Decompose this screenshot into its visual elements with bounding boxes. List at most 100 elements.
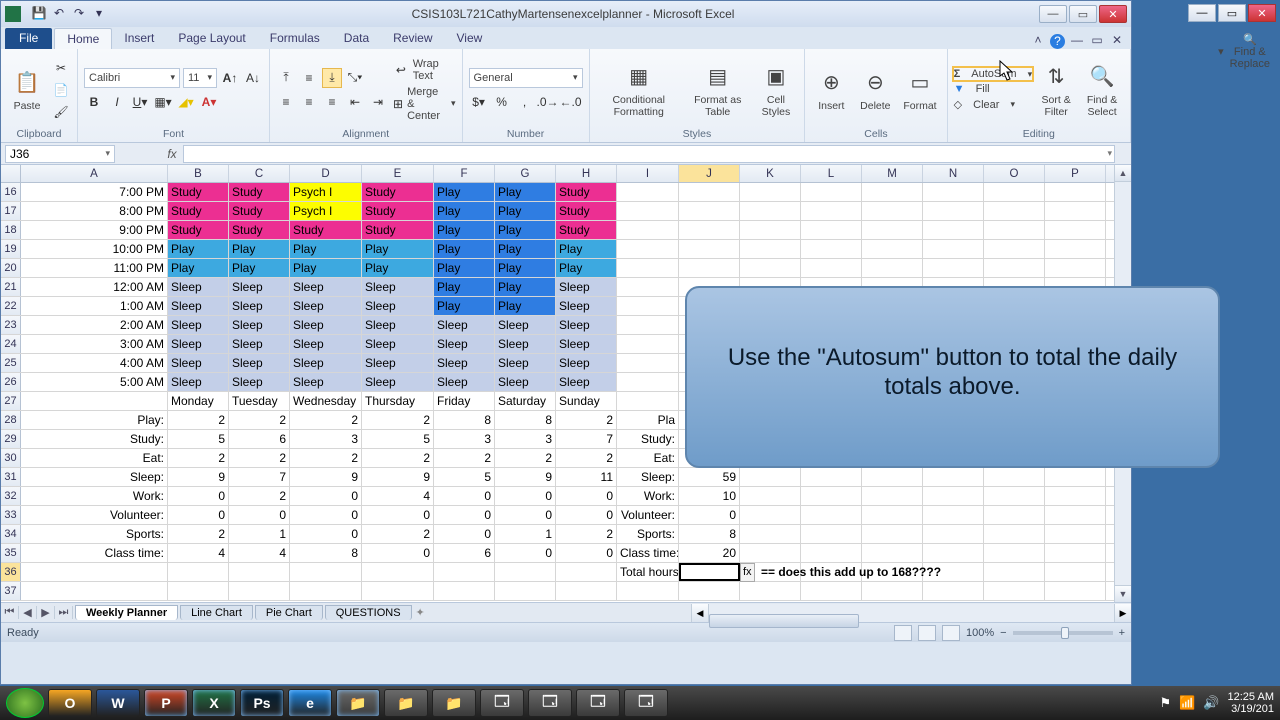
cell[interactable]: Play — [495, 183, 556, 201]
cell[interactable]: Class time: — [21, 544, 168, 562]
bold-icon[interactable]: B — [84, 92, 104, 112]
paste-button[interactable]: 📋Paste — [7, 65, 47, 115]
cell[interactable]: Sleep — [290, 316, 362, 334]
cell[interactable]: 0 — [434, 506, 495, 524]
name-box[interactable]: J36▾ — [5, 145, 115, 163]
fill-color-icon[interactable]: ◢▾ — [176, 92, 196, 112]
formula-bar[interactable]: ▾ — [183, 145, 1115, 163]
cell[interactable]: Play: — [21, 411, 168, 429]
bg-find-label[interactable]: Find & — [1230, 46, 1270, 58]
cell[interactable] — [434, 563, 495, 581]
cell[interactable] — [679, 202, 740, 220]
dec-decimal-icon[interactable]: ←.0 — [561, 92, 581, 112]
cell[interactable]: fx == does this add up to 168???? — [740, 563, 801, 581]
cell[interactable] — [923, 221, 984, 239]
cell[interactable]: 0 — [290, 525, 362, 543]
font-color-icon[interactable]: A▾ — [199, 92, 219, 112]
cell[interactable]: 4 — [168, 544, 229, 562]
cell[interactable]: Saturday — [495, 392, 556, 410]
qat-more-icon[interactable]: ▾ — [91, 6, 107, 22]
cell[interactable]: 3 — [434, 430, 495, 448]
start-button[interactable] — [6, 688, 44, 718]
taskbar-app[interactable]: 📁 — [384, 689, 428, 717]
col-header-O[interactable]: O — [984, 165, 1045, 182]
cell[interactable]: 0 — [362, 544, 434, 562]
find-select-button[interactable]: 🔍Find & Select — [1080, 59, 1124, 120]
tab-nav-prev[interactable]: ◀ — [19, 606, 37, 619]
cell[interactable]: 10:00 PM — [21, 240, 168, 258]
cell[interactable]: 10 — [679, 487, 740, 505]
col-header-N[interactable]: N — [923, 165, 984, 182]
bg-minimize[interactable]: — — [1188, 4, 1216, 22]
tray-flag-icon[interactable]: ⚑ — [1159, 695, 1171, 711]
underline-icon[interactable]: U▾ — [130, 92, 150, 112]
cell[interactable]: 1 — [229, 525, 290, 543]
help-icon[interactable]: ? — [1050, 34, 1065, 49]
col-header-E[interactable]: E — [362, 165, 434, 182]
percent-icon[interactable]: % — [492, 92, 512, 112]
cell[interactable]: Sleep — [362, 278, 434, 296]
col-header-D[interactable]: D — [290, 165, 362, 182]
doc-minimize-icon[interactable]: — — [1069, 33, 1085, 49]
cell[interactable] — [740, 525, 801, 543]
cell[interactable] — [1045, 202, 1106, 220]
cell[interactable]: Study — [168, 183, 229, 201]
cell[interactable] — [740, 259, 801, 277]
cell[interactable]: Play — [168, 240, 229, 258]
sheet-tab-pie-chart[interactable]: Pie Chart — [255, 605, 323, 620]
cell[interactable] — [862, 487, 923, 505]
minimize-button[interactable]: — — [1039, 5, 1067, 23]
cell[interactable] — [617, 354, 679, 372]
cell[interactable] — [862, 506, 923, 524]
cell[interactable] — [1045, 582, 1106, 600]
taskbar-app[interactable]: 🗔 — [576, 689, 620, 717]
cell[interactable]: Sleep — [495, 335, 556, 353]
taskbar-app[interactable]: 🗔 — [624, 689, 668, 717]
align-right-icon[interactable]: ≡ — [322, 92, 342, 112]
align-middle-icon[interactable]: ≡ — [299, 68, 319, 88]
cell[interactable]: Class time: — [617, 544, 679, 562]
cell[interactable] — [862, 202, 923, 220]
row-header[interactable]: 24 — [1, 335, 21, 353]
bg-maximize[interactable]: ▭ — [1218, 4, 1246, 22]
cell[interactable]: Study — [362, 183, 434, 201]
cell[interactable]: 0 — [495, 487, 556, 505]
cell[interactable] — [617, 240, 679, 258]
tab-nav-next[interactable]: ▶ — [37, 606, 55, 619]
cell[interactable]: 9 — [495, 468, 556, 486]
number-format-select[interactable]: General▾ — [469, 68, 583, 88]
row-header[interactable]: 22 — [1, 297, 21, 315]
cell[interactable]: 0 — [290, 487, 362, 505]
cell[interactable]: Study — [168, 221, 229, 239]
align-center-icon[interactable]: ≡ — [299, 92, 319, 112]
cell[interactable]: Play — [495, 278, 556, 296]
cell[interactable]: 2 — [290, 449, 362, 467]
cell[interactable]: 2 — [362, 411, 434, 429]
cell[interactable]: Sleep: — [21, 468, 168, 486]
cell[interactable] — [984, 582, 1045, 600]
cell[interactable]: 9:00 PM — [21, 221, 168, 239]
shrink-font-icon[interactable]: A↓ — [243, 68, 263, 88]
cell[interactable]: Study: — [617, 430, 679, 448]
taskbar-app[interactable]: 🗔 — [480, 689, 524, 717]
col-header-A[interactable]: A — [21, 165, 168, 182]
conditional-formatting-button[interactable]: ▦Conditional Formatting — [596, 59, 682, 120]
cell[interactable]: 2 — [168, 449, 229, 467]
col-header-I[interactable]: I — [617, 165, 679, 182]
cell[interactable]: 4 — [229, 544, 290, 562]
cell[interactable]: 0 — [434, 525, 495, 543]
cell[interactable]: 11:00 PM — [21, 259, 168, 277]
cell[interactable]: 0 — [229, 506, 290, 524]
inc-decimal-icon[interactable]: .0→ — [538, 92, 558, 112]
cell[interactable]: Sleep: — [617, 468, 679, 486]
cell[interactable] — [617, 335, 679, 353]
cell[interactable] — [168, 563, 229, 581]
cell[interactable] — [862, 582, 923, 600]
ribbon-minimize-icon[interactable]: ˄ — [1030, 33, 1046, 49]
cell[interactable] — [740, 582, 801, 600]
taskbar-app[interactable]: Ps — [240, 689, 284, 717]
cell[interactable]: Play — [362, 259, 434, 277]
cell[interactable] — [801, 544, 862, 562]
cell[interactable] — [495, 582, 556, 600]
cell[interactable]: Psych I — [290, 202, 362, 220]
